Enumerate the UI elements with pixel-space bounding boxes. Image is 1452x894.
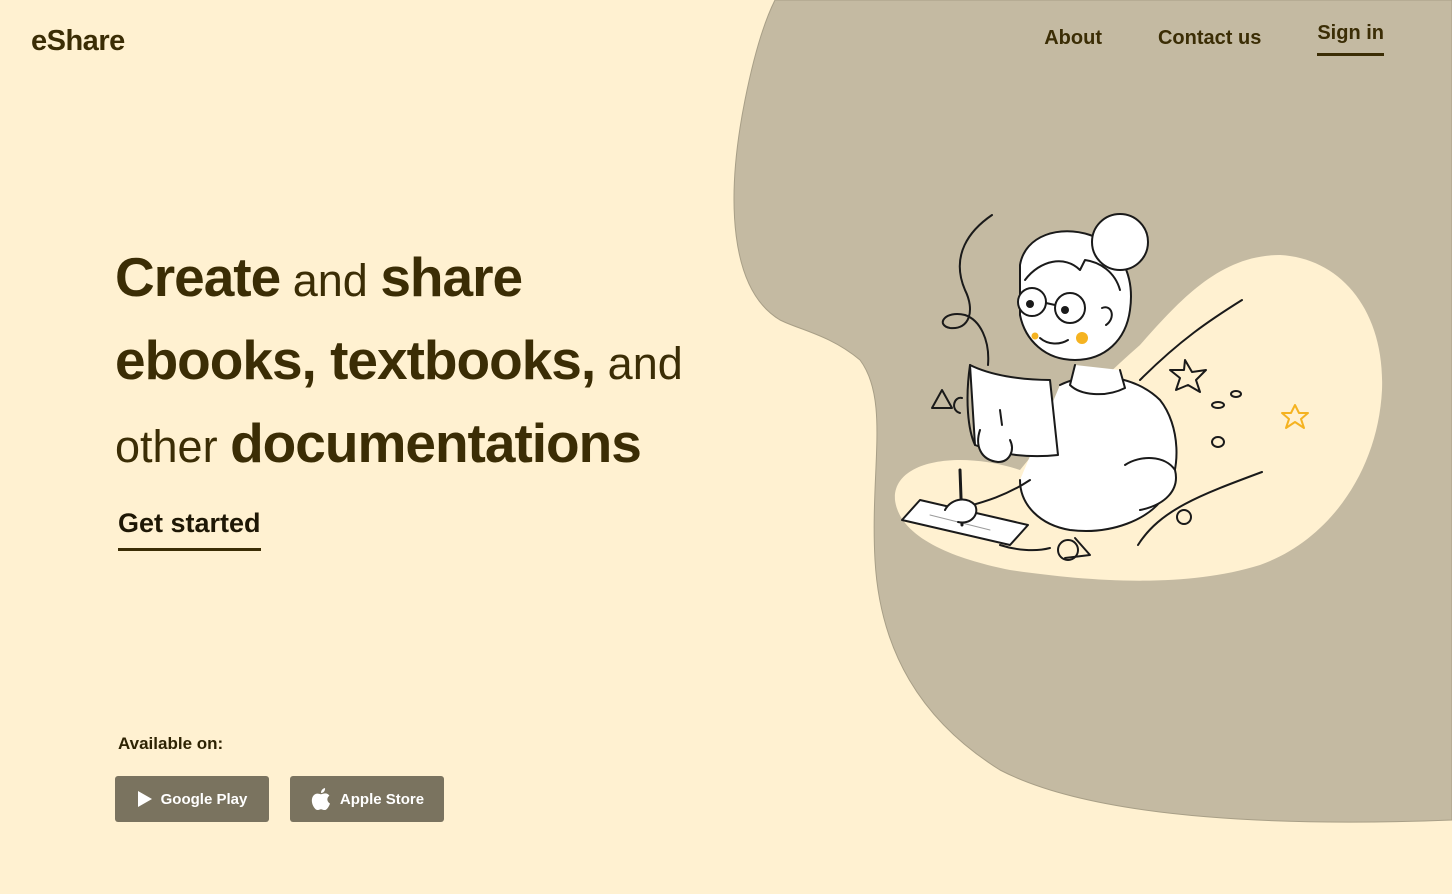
nav-sign-in[interactable]: Sign in bbox=[1317, 22, 1384, 56]
apple-store-button[interactable]: Apple Store bbox=[290, 776, 444, 822]
main-nav: About Contact us Sign in bbox=[1044, 22, 1384, 56]
hero-word-and-2: and bbox=[595, 338, 683, 389]
hero-headline: Create and share ebooks, textbooks, and … bbox=[115, 243, 683, 492]
play-icon bbox=[137, 790, 153, 808]
hero-word-ebooks: ebooks, textbooks, bbox=[115, 329, 596, 391]
hero-line-1: Create and share bbox=[115, 243, 683, 326]
google-play-button[interactable]: Google Play bbox=[115, 776, 269, 822]
hero-word-documentations: documentations bbox=[230, 412, 642, 474]
hero-word-create: Create bbox=[115, 246, 281, 308]
apple-store-label: Apple Store bbox=[339, 790, 425, 808]
nav-about[interactable]: About bbox=[1044, 27, 1102, 56]
reading-person-illustration bbox=[901, 213, 1309, 561]
get-started-link[interactable]: Get started bbox=[118, 508, 261, 551]
google-play-label: Google Play bbox=[160, 790, 248, 808]
logo[interactable]: eShare bbox=[31, 25, 125, 58]
hero-line-2: ebooks, textbooks, and bbox=[115, 326, 683, 409]
hero-line-3: other documentations bbox=[115, 409, 683, 492]
hero-word-and: and bbox=[280, 255, 381, 306]
apple-icon bbox=[310, 787, 332, 811]
available-on-label: Available on: bbox=[118, 734, 224, 753]
nav-contact[interactable]: Contact us bbox=[1158, 27, 1261, 56]
hero-word-other: other bbox=[115, 421, 231, 472]
hero-word-share: share bbox=[380, 246, 523, 308]
